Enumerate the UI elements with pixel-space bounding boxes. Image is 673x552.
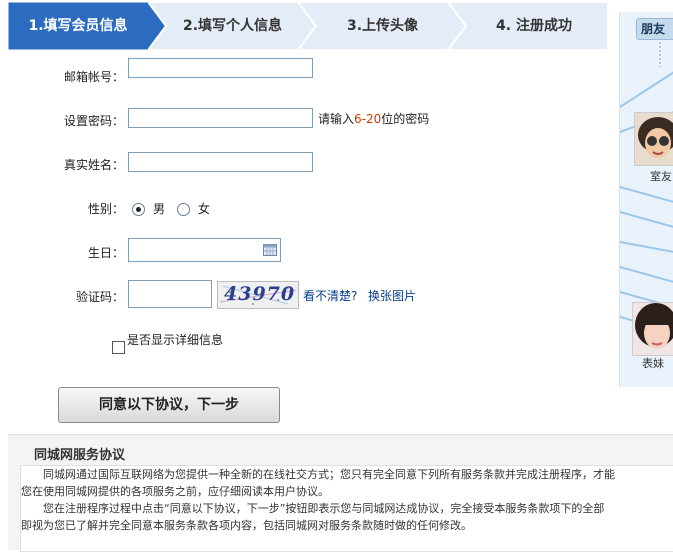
step-2-label: 2.填写个人信息 — [182, 18, 283, 34]
agreement-title: 同城网服务协议 — [34, 448, 126, 463]
birthday-label: 生日： — [87, 246, 124, 260]
step-3: 3.上传头像 — [298, 2, 468, 50]
captcha-label: 验证码： — [75, 290, 124, 304]
step-1: 1.填写会员信息 — [8, 2, 168, 50]
agreement-text-box[interactable]: 同城网通过国际互联网络为您提供一种全新的在线社交方式；您只有完全同意下列所有服务… — [20, 465, 673, 552]
password-hint-suffix: 位的密码 — [381, 112, 430, 126]
agreement-line: 您在使用同城网提供的各项服务之前，应仔细阅读本用户协议。 — [21, 485, 329, 498]
agree-next-button[interactable]: 同意以下协议，下一步 — [58, 387, 280, 423]
step-3-label: 3.上传头像 — [346, 18, 419, 34]
agreement-line: 即视为您已了解并完全同意本服务条款各项内容，包括同城网对服务条款随时做的任何修改… — [21, 519, 472, 532]
show-details-checkbox[interactable] — [112, 341, 125, 354]
password-hint: 请输入6-20位的密码 — [318, 108, 429, 130]
avatar-photo-icon — [635, 113, 673, 165]
sidebar-name-cousin: 表妹 — [642, 357, 664, 370]
gender-label: 性别： — [87, 202, 124, 216]
password-input[interactable] — [128, 108, 313, 128]
captcha-input[interactable] — [128, 280, 212, 308]
gender-male-label: 男 — [153, 202, 166, 216]
gender-female-radio[interactable] — [177, 203, 190, 216]
friends-sidebar: 朋友 室友 表妹 — [619, 12, 673, 387]
avatar-photo-icon — [633, 303, 673, 355]
captcha-change-link[interactable]: 换张图片 — [368, 285, 416, 307]
birthday-input[interactable] — [128, 238, 281, 262]
step-2: 2.填写个人信息 — [148, 2, 318, 50]
registration-steps: 1.填写会员信息 2.填写个人信息 3.上传头像 4. 注册成功 — [8, 2, 608, 50]
gender-male-radio[interactable] — [132, 203, 145, 216]
email-input[interactable] — [128, 58, 313, 78]
email-label: 邮箱帐号： — [63, 70, 124, 84]
sidebar-name-roommate: 室友 — [650, 170, 672, 183]
step-1-label: 1.填写会员信息 — [28, 18, 128, 34]
sidebar-tab[interactable]: 朋友 — [636, 18, 673, 40]
password-hint-prefix: 请输入 — [318, 112, 355, 126]
radio-selected-dot — [136, 207, 141, 212]
gender-row: 性别： 男 女 — [8, 198, 328, 220]
agreement-line: 您在注册程序过程中点击“同意以下协议，下一步”按钮即表示您与同城网达成协议，完全… — [21, 502, 605, 515]
agreement-line: 同城网通过国际互联网络为您提供一种全新的在线社交方式；您只有完全同意下列所有服务… — [21, 468, 615, 481]
step-4: 4. 注册成功 — [448, 2, 608, 50]
calendar-icon[interactable] — [263, 243, 277, 256]
captcha-image[interactable]: 43970 — [217, 281, 299, 309]
realname-label: 真实姓名： — [63, 158, 124, 172]
password-hint-range: 6-20 — [354, 112, 382, 126]
service-agreement: 同城网服务协议 同城网通过国际互联网络为您提供一种全新的在线社交方式；您只有完全… — [8, 434, 673, 552]
avatar-cousin[interactable] — [632, 302, 673, 356]
step-4-label: 4. 注册成功 — [496, 18, 572, 34]
captcha-text: 43970 — [224, 283, 296, 305]
realname-input[interactable] — [128, 152, 313, 172]
avatar-roommate[interactable] — [634, 112, 673, 166]
captcha-unclear-link[interactable]: 看不清楚? — [303, 285, 357, 307]
show-details-label: 是否显示详细信息 — [127, 333, 224, 347]
gender-female-label: 女 — [198, 202, 211, 216]
password-label: 设置密码： — [63, 114, 124, 128]
